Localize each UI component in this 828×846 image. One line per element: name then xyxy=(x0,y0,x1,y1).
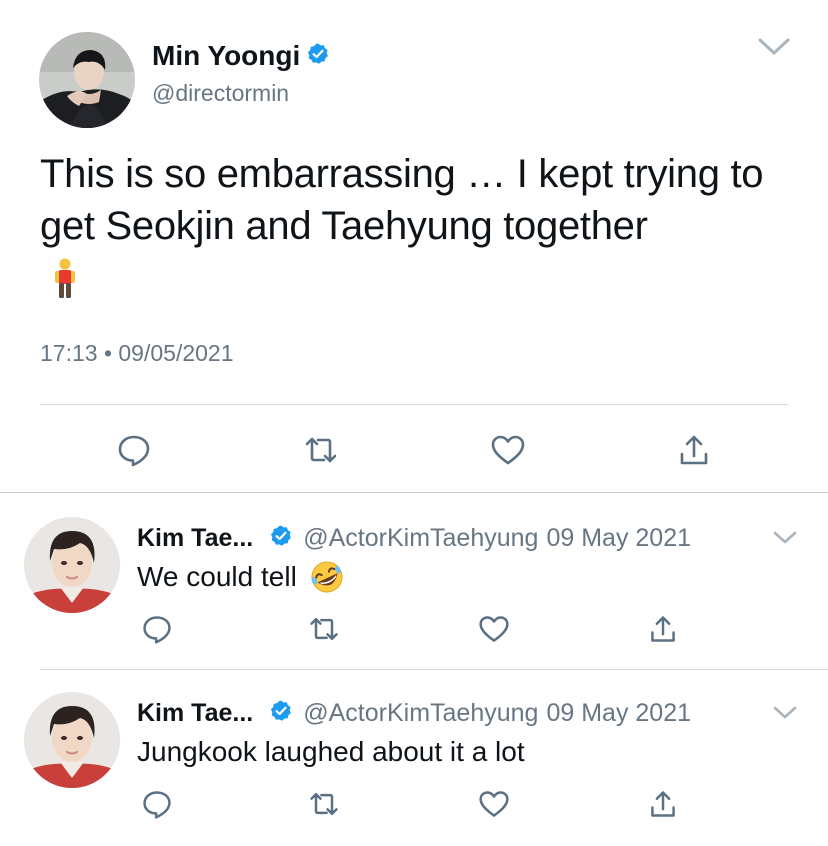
reply-icon[interactable] xyxy=(114,430,154,470)
reply-text-row: We could tell xyxy=(137,557,345,597)
reply-text: We could tell xyxy=(137,561,297,592)
author-handle[interactable]: @directormin xyxy=(152,80,289,107)
divider xyxy=(40,404,788,405)
reply-author-name[interactable]: Kim Tae... xyxy=(137,524,253,553)
retweet-icon[interactable] xyxy=(306,786,342,822)
retweet-icon[interactable] xyxy=(306,611,342,647)
reply-author-name[interactable]: Kim Tae... xyxy=(137,699,253,728)
share-icon[interactable] xyxy=(674,430,714,470)
reply-header: Kim Tae... @ActorKimTaehyung 09 May 2021 xyxy=(137,521,691,555)
retweet-icon[interactable] xyxy=(301,430,341,470)
author-name-row: Min Yoongi xyxy=(152,38,330,74)
main-tweet: Min Yoongi @directormin This is so embar… xyxy=(0,0,828,492)
reply-author-handle[interactable]: @ActorKimTaehyung xyxy=(303,699,538,728)
reply-author-avatar[interactable] xyxy=(24,692,120,788)
verified-badge-icon xyxy=(269,524,293,553)
chevron-down-icon[interactable] xyxy=(757,36,791,63)
reply-author-handle[interactable]: @ActorKimTaehyung xyxy=(303,524,538,553)
verified-badge-icon xyxy=(306,42,330,71)
heart-icon[interactable] xyxy=(476,786,512,822)
chevron-down-icon[interactable] xyxy=(772,529,798,552)
reply-header: Kim Tae... @ActorKimTaehyung 09 May 2021 xyxy=(137,696,691,730)
share-icon[interactable] xyxy=(645,611,681,647)
chevron-down-icon[interactable] xyxy=(772,704,798,727)
tweet-timestamp[interactable]: 17:13 • 09/05/2021 xyxy=(40,340,234,367)
rolling-laughing-emoji xyxy=(309,559,345,595)
tweet-text: This is so embarrassing … I kept trying … xyxy=(40,152,764,248)
author-avatar[interactable] xyxy=(39,32,135,128)
heart-icon[interactable] xyxy=(476,611,512,647)
reply-date[interactable]: 09 May 2021 xyxy=(546,699,691,728)
person-standing-emoji xyxy=(54,258,76,305)
reply-date[interactable]: 09 May 2021 xyxy=(546,524,691,553)
author-name[interactable]: Min Yoongi xyxy=(152,40,300,72)
reply-author-avatar[interactable] xyxy=(24,517,120,613)
verified-badge-icon xyxy=(269,699,293,728)
reply-tweet[interactable]: Kim Tae... @ActorKimTaehyung 09 May 2021… xyxy=(0,493,828,669)
reply-text: Jungkook laughed about it a lot xyxy=(137,736,525,767)
reply-tweet[interactable]: Kim Tae... @ActorKimTaehyung 09 May 2021… xyxy=(0,670,828,846)
reply-icon[interactable] xyxy=(139,786,175,822)
reply-icon[interactable] xyxy=(139,611,175,647)
share-icon[interactable] xyxy=(645,786,681,822)
reply-text-row: Jungkook laughed about it a lot xyxy=(137,732,525,772)
heart-icon[interactable] xyxy=(488,430,528,470)
